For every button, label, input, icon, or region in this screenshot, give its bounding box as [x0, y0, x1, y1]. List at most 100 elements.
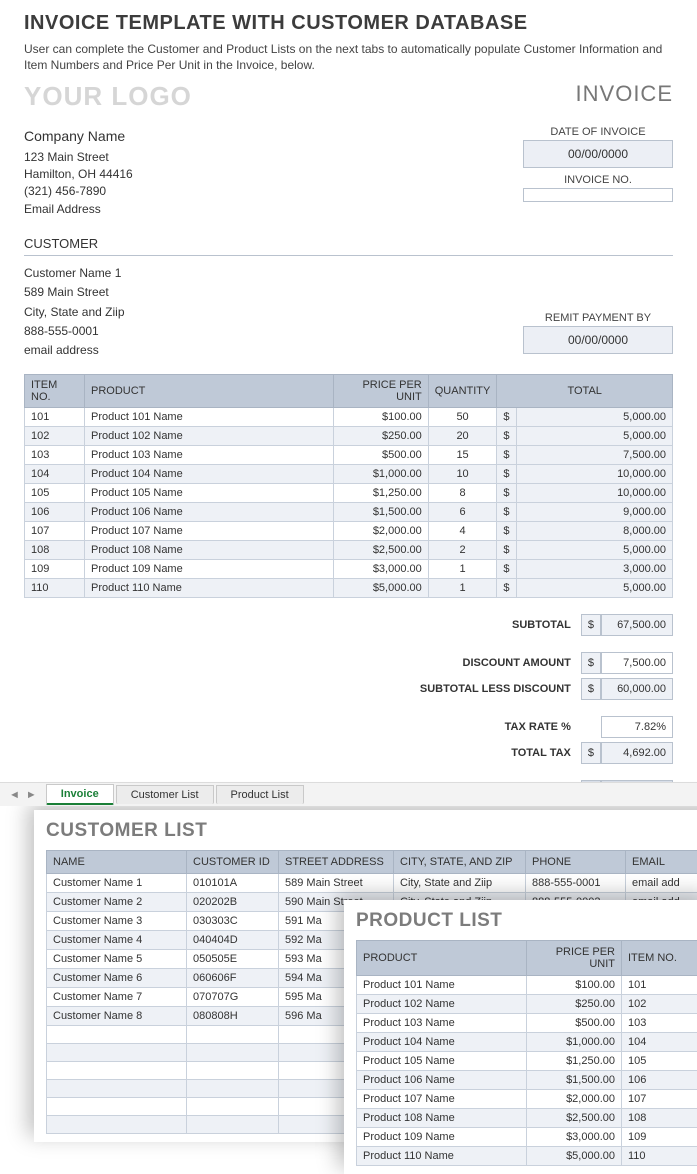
cell-itemno[interactable]: 107	[25, 522, 85, 541]
tab-invoice[interactable]: Invoice	[46, 784, 114, 805]
cell-ppu[interactable]: $1,000.00	[333, 465, 428, 484]
cell-itemno[interactable]: 105	[622, 1052, 697, 1071]
table-row[interactable]: Product 109 Name$3,000.00109	[357, 1128, 697, 1147]
cell-city[interactable]: City, State and Ziip	[394, 874, 526, 893]
cell-id[interactable]: 070707G	[187, 988, 279, 1007]
cell-qty[interactable]: 50	[428, 408, 497, 427]
cell-product[interactable]: Product 110 Name	[85, 579, 334, 598]
cell-product[interactable]: Product 102 Name	[85, 427, 334, 446]
cell-product[interactable]: Product 106 Name	[85, 503, 334, 522]
cell-product[interactable]: Product 101 Name	[85, 408, 334, 427]
cell-itemno[interactable]: 107	[622, 1090, 697, 1109]
table-row[interactable]: Product 103 Name$500.00103	[357, 1014, 697, 1033]
cell-qty[interactable]: 8	[428, 484, 497, 503]
cell-ppu[interactable]: $500.00	[527, 1014, 622, 1033]
cell-name[interactable]: Customer Name 2	[47, 893, 187, 912]
table-row[interactable]: 104Product 104 Name$1,000.0010$10,000.00	[25, 465, 673, 484]
cell-qty[interactable]: 2	[428, 541, 497, 560]
cell-product[interactable]: Product 109 Name	[85, 560, 334, 579]
cell-id[interactable]: 020202B	[187, 893, 279, 912]
cell-ppu[interactable]: $5,000.00	[527, 1147, 622, 1166]
cell-itemno[interactable]: 103	[622, 1014, 697, 1033]
cell-product[interactable]: Product 105 Name	[357, 1052, 527, 1071]
cell-itemno[interactable]: 106	[622, 1071, 697, 1090]
cell-ppu[interactable]: $3,000.00	[527, 1128, 622, 1147]
table-row[interactable]: Product 102 Name$250.00102	[357, 995, 697, 1014]
table-row[interactable]: 101Product 101 Name$100.0050$5,000.00	[25, 408, 673, 427]
cell-ppu[interactable]: $1,500.00	[333, 503, 428, 522]
cell-product[interactable]: Product 107 Name	[85, 522, 334, 541]
cell-ppu[interactable]: $2,500.00	[527, 1109, 622, 1128]
cell-ppu[interactable]: $100.00	[527, 976, 622, 995]
table-row[interactable]: Product 108 Name$2,500.00108	[357, 1109, 697, 1128]
table-row[interactable]: Product 106 Name$1,500.00106	[357, 1071, 697, 1090]
cell-name[interactable]: Customer Name 8	[47, 1007, 187, 1026]
cell-qty[interactable]: 10	[428, 465, 497, 484]
cell-product[interactable]: Product 103 Name	[357, 1014, 527, 1033]
cell-id[interactable]: 040404D	[187, 931, 279, 950]
cell-itemno[interactable]: 106	[25, 503, 85, 522]
table-row[interactable]: Product 107 Name$2,000.00107	[357, 1090, 697, 1109]
cell-qty[interactable]: 6	[428, 503, 497, 522]
nav-next-icon[interactable]: ►	[23, 789, 40, 801]
cell-email[interactable]: email add	[626, 874, 697, 893]
cell-itemno[interactable]: 102	[25, 427, 85, 446]
cell-itemno[interactable]: 109	[25, 560, 85, 579]
cell-ppu[interactable]: $250.00	[333, 427, 428, 446]
cell-itemno[interactable]: 108	[25, 541, 85, 560]
cell-itemno[interactable]: 105	[25, 484, 85, 503]
cell-product[interactable]: Product 103 Name	[85, 446, 334, 465]
cell-name[interactable]: Customer Name 3	[47, 912, 187, 931]
cell-itemno[interactable]: 109	[622, 1128, 697, 1147]
cell-ppu[interactable]: $3,000.00	[333, 560, 428, 579]
table-row[interactable]: Product 101 Name$100.00101	[357, 976, 697, 995]
cell-street[interactable]: 589 Main Street	[279, 874, 394, 893]
cell-name[interactable]: Customer Name 6	[47, 969, 187, 988]
cell-product[interactable]: Product 102 Name	[357, 995, 527, 1014]
cell-itemno[interactable]: 103	[25, 446, 85, 465]
table-row[interactable]: 109Product 109 Name$3,000.001$3,000.00	[25, 560, 673, 579]
cell-name[interactable]: Customer Name 1	[47, 874, 187, 893]
cell-ppu[interactable]: $100.00	[333, 408, 428, 427]
cell-product[interactable]: Product 107 Name	[357, 1090, 527, 1109]
tab-customer-list[interactable]: Customer List	[116, 785, 214, 804]
cell-itemno[interactable]: 102	[622, 995, 697, 1014]
table-row[interactable]: 103Product 103 Name$500.0015$7,500.00	[25, 446, 673, 465]
cell-ppu[interactable]: $2,500.00	[333, 541, 428, 560]
cell-id[interactable]: 030303C	[187, 912, 279, 931]
cell-itemno[interactable]: 104	[25, 465, 85, 484]
cell-itemno[interactable]: 108	[622, 1109, 697, 1128]
cell-product[interactable]: Product 109 Name	[357, 1128, 527, 1147]
nav-prev-icon[interactable]: ◄	[6, 789, 23, 801]
cell-qty[interactable]: 20	[428, 427, 497, 446]
cell-ppu[interactable]: $2,000.00	[333, 522, 428, 541]
table-row[interactable]: Product 110 Name$5,000.00110	[357, 1147, 697, 1166]
cell-qty[interactable]: 4	[428, 522, 497, 541]
remit-field[interactable]: 00/00/0000	[523, 326, 673, 354]
cell-product[interactable]: Product 104 Name	[357, 1033, 527, 1052]
cell-name[interactable]: Customer Name 5	[47, 950, 187, 969]
discount-value[interactable]: 7,500.00	[601, 652, 673, 674]
cell-ppu[interactable]: $1,250.00	[333, 484, 428, 503]
invoice-no-field[interactable]	[523, 188, 673, 202]
cell-itemno[interactable]: 110	[25, 579, 85, 598]
cell-product[interactable]: Product 101 Name	[357, 976, 527, 995]
date-of-invoice-field[interactable]: 00/00/0000	[523, 140, 673, 168]
cell-itemno[interactable]: 104	[622, 1033, 697, 1052]
cell-qty[interactable]: 1	[428, 560, 497, 579]
cell-ppu[interactable]: $1,000.00	[527, 1033, 622, 1052]
cell-qty[interactable]: 1	[428, 579, 497, 598]
cell-product[interactable]: Product 105 Name	[85, 484, 334, 503]
cell-id[interactable]: 060606F	[187, 969, 279, 988]
cell-id[interactable]: 010101A	[187, 874, 279, 893]
tax-rate-value[interactable]: 7.82%	[601, 716, 673, 738]
cell-phone[interactable]: 888-555-0001	[526, 874, 626, 893]
table-row[interactable]: 110Product 110 Name$5,000.001$5,000.00	[25, 579, 673, 598]
table-row[interactable]: 102Product 102 Name$250.0020$5,000.00	[25, 427, 673, 446]
table-row[interactable]: 105Product 105 Name$1,250.008$10,000.00	[25, 484, 673, 503]
cell-product[interactable]: Product 108 Name	[357, 1109, 527, 1128]
cell-product[interactable]: Product 110 Name	[357, 1147, 527, 1166]
cell-ppu[interactable]: $1,500.00	[527, 1071, 622, 1090]
cell-ppu[interactable]: $1,250.00	[527, 1052, 622, 1071]
cell-itemno[interactable]: 101	[622, 976, 697, 995]
